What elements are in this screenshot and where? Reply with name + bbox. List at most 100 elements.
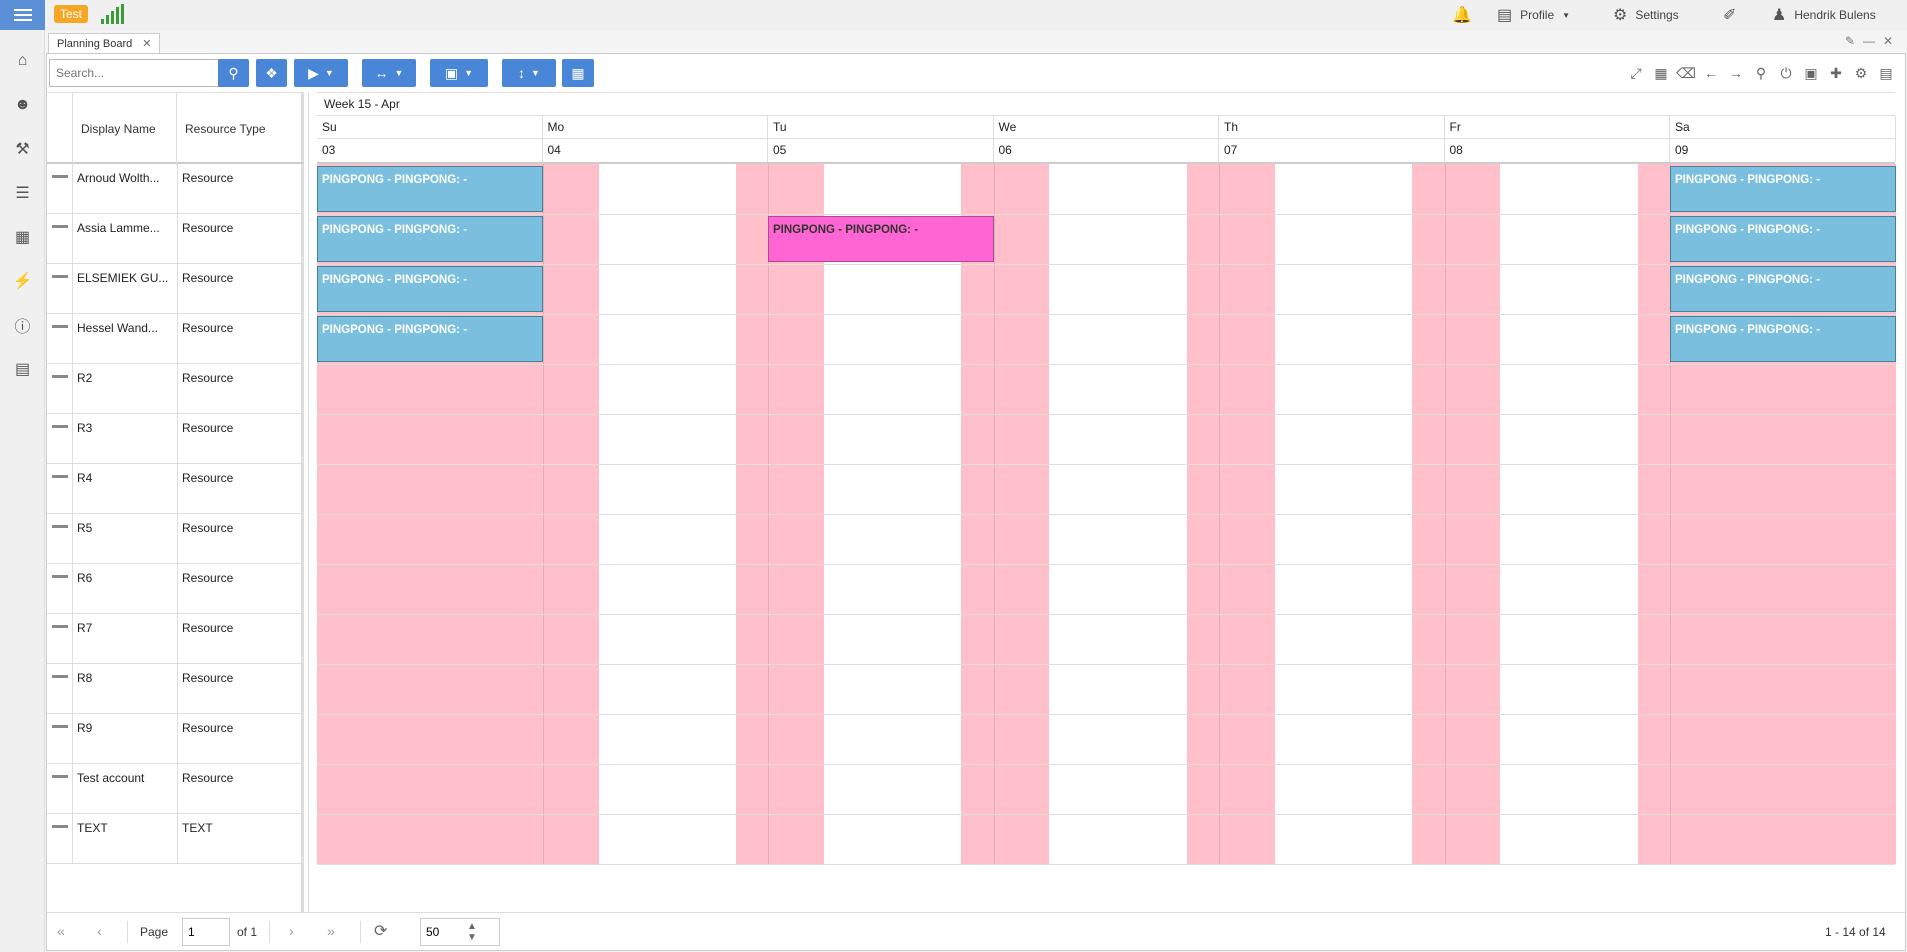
pdf-icon[interactable]: ▤ xyxy=(1877,64,1895,82)
first-page-icon[interactable]: « xyxy=(57,923,65,939)
row-drag-handle[interactable] xyxy=(47,164,73,214)
planning-board-panel: ⚲ ❖ ▶▼ ↔▼ ▣▼ ↕▼ ▦ ⤢ ▦ ⌫ ← → ⚲ ⏻ ▣ ✚ ⚙ ▤ … xyxy=(46,53,1906,951)
power-icon[interactable]: ⏻ xyxy=(1777,64,1795,82)
menu-icon[interactable] xyxy=(0,0,45,30)
edit-icon[interactable]: ✎ xyxy=(1845,34,1855,48)
plug-icon[interactable]: ⚡ xyxy=(0,269,45,293)
row-drag-handle[interactable] xyxy=(47,764,73,814)
drag-handle-icon xyxy=(52,725,68,728)
pager: « ‹ Page of 1 › » ⟳ ▲▼ 1 - 14 of 14 xyxy=(47,912,1905,950)
page-size-input[interactable] xyxy=(420,918,500,946)
table-row[interactable]: R9 Resource xyxy=(47,714,304,764)
play-dropdown[interactable]: ▶ ▼ xyxy=(294,59,348,87)
resource-type: Resource xyxy=(177,514,304,564)
search-button[interactable]: ⚲ xyxy=(218,59,249,87)
week-label: Week 15 - Apr xyxy=(317,92,1895,116)
row-drag-handle[interactable] xyxy=(47,814,73,864)
table-row[interactable]: R7 Resource xyxy=(47,614,304,664)
row-drag-handle[interactable] xyxy=(47,214,73,264)
row-drag-handle[interactable] xyxy=(47,614,73,664)
table-row[interactable]: R4 Resource xyxy=(47,464,304,514)
table-row[interactable]: R6 Resource xyxy=(47,564,304,614)
drag-handle-icon xyxy=(52,575,68,578)
booking-event[interactable]: PINGPONG - PINGPONG: - xyxy=(1670,316,1896,362)
table-row[interactable]: Arnoud Wolth... Resource xyxy=(47,164,304,214)
calendar-button[interactable]: ▦ xyxy=(562,59,594,87)
save-icon[interactable]: ▣ xyxy=(1802,64,1820,82)
row-drag-handle[interactable] xyxy=(47,564,73,614)
date-header: 07 xyxy=(1219,139,1445,162)
page-input[interactable] xyxy=(182,918,230,946)
user-settings-icon[interactable]: ☻ xyxy=(0,93,45,117)
booking-event[interactable]: PINGPONG - PINGPONG: - xyxy=(317,316,543,362)
tab-strip: Planning Board ✕ ✎ — ✕ xyxy=(45,30,1907,54)
table-row[interactable]: ELSEMIEK GU... Resource xyxy=(47,264,304,314)
day-header: Tu xyxy=(768,116,994,139)
eraser-icon[interactable]: ⌫ xyxy=(1676,64,1696,82)
resource-grid: Display Name Resource Type Arnoud Wolth.… xyxy=(47,92,304,912)
gear-icon[interactable]: ⚙ xyxy=(1852,64,1870,82)
search-icon: ⚲ xyxy=(228,64,239,81)
profile-menu[interactable]: ▤ Profile ▼ xyxy=(1497,0,1570,30)
horizontal-resize-dropdown[interactable]: ↔ ▼ xyxy=(362,59,416,87)
row-drag-handle[interactable] xyxy=(47,264,73,314)
clipboard-icon[interactable]: ▤ xyxy=(0,357,45,381)
table-row[interactable]: TEXT TEXT xyxy=(47,814,304,864)
row-drag-handle[interactable] xyxy=(47,714,73,764)
table-row[interactable]: R5 Resource xyxy=(47,514,304,564)
stepper-icon[interactable]: ▲ ▼ xyxy=(467,921,477,943)
table-row[interactable]: Assia Lamme... Resource xyxy=(47,214,304,264)
notifications-button[interactable]: 🔔 xyxy=(1452,0,1472,30)
plus-icon[interactable]: ✚ xyxy=(1827,64,1845,82)
theme-button[interactable]: ✐ xyxy=(1723,0,1736,30)
collapse-button[interactable]: ❖ xyxy=(256,59,287,87)
row-drag-handle[interactable] xyxy=(47,314,73,364)
wrench-icon[interactable]: ⚒ xyxy=(0,137,45,161)
booking-event[interactable]: PINGPONG - PINGPONG: - xyxy=(317,166,543,212)
previous-page-icon[interactable]: ‹ xyxy=(97,923,102,939)
settings-menu[interactable]: ⚙ Settings xyxy=(1613,0,1679,30)
tab-label: Planning Board xyxy=(57,38,133,50)
booking-event[interactable]: PINGPONG - PINGPONG: - xyxy=(317,266,543,312)
drag-handle-icon xyxy=(52,775,68,778)
vertical-resize-dropdown[interactable]: ↕ ▼ xyxy=(502,59,556,87)
minimize-icon[interactable]: — xyxy=(1863,34,1875,48)
resource-type-header[interactable]: Resource Type xyxy=(177,93,304,165)
last-page-icon[interactable]: » xyxy=(327,923,335,939)
home-icon[interactable]: ⌂ xyxy=(0,49,45,73)
calendar-icon[interactable]: ▦ xyxy=(0,225,45,249)
booking-event[interactable]: PINGPONG - PINGPONG: - xyxy=(768,216,994,262)
booking-event[interactable]: PINGPONG - PINGPONG: - xyxy=(1670,216,1896,262)
close-window-icon[interactable]: ✕ xyxy=(1883,34,1893,48)
hierarchy-icon[interactable]: ▦ xyxy=(1652,64,1670,82)
sliders-icon[interactable]: ☰ xyxy=(0,181,45,205)
table-row[interactable]: Hessel Wand... Resource xyxy=(47,314,304,364)
next-page-icon[interactable]: › xyxy=(289,923,294,939)
table-row[interactable]: R2 Resource xyxy=(47,364,304,414)
booking-event[interactable]: PINGPONG - PINGPONG: - xyxy=(317,216,543,262)
info-icon[interactable]: ⓘ xyxy=(0,313,45,337)
booking-event[interactable]: PINGPONG - PINGPONG: - xyxy=(1670,166,1896,212)
table-row[interactable]: Test account Resource xyxy=(47,764,304,814)
arrow-left-icon[interactable]: ← xyxy=(1702,64,1720,82)
row-drag-handle[interactable] xyxy=(47,664,73,714)
row-drag-handle[interactable] xyxy=(47,364,73,414)
resource-name: Arnoud Wolth... xyxy=(77,171,160,185)
row-drag-handle[interactable] xyxy=(47,414,73,464)
table-row[interactable]: R3 Resource xyxy=(47,414,304,464)
resource-name: R2 xyxy=(77,371,93,385)
booking-event[interactable]: PINGPONG - PINGPONG: - xyxy=(1670,266,1896,312)
display-name-header[interactable]: Display Name xyxy=(73,93,177,165)
row-drag-handle[interactable] xyxy=(47,514,73,564)
arrow-right-icon[interactable]: → xyxy=(1727,64,1745,82)
search-input[interactable] xyxy=(49,59,219,87)
display-dropdown[interactable]: ▣ ▼ xyxy=(430,59,488,87)
shrink-icon[interactable]: ⤢ xyxy=(1627,64,1645,82)
tab-planning-board[interactable]: Planning Board ✕ xyxy=(48,33,161,54)
refresh-icon[interactable]: ⟳ xyxy=(374,921,387,941)
close-icon[interactable]: ✕ xyxy=(142,34,151,54)
table-row[interactable]: R8 Resource xyxy=(47,664,304,714)
row-drag-handle[interactable] xyxy=(47,464,73,514)
user-menu[interactable]: ♟ Hendrik Bulens xyxy=(1772,0,1876,30)
zoom-icon[interactable]: ⚲ xyxy=(1752,64,1770,82)
